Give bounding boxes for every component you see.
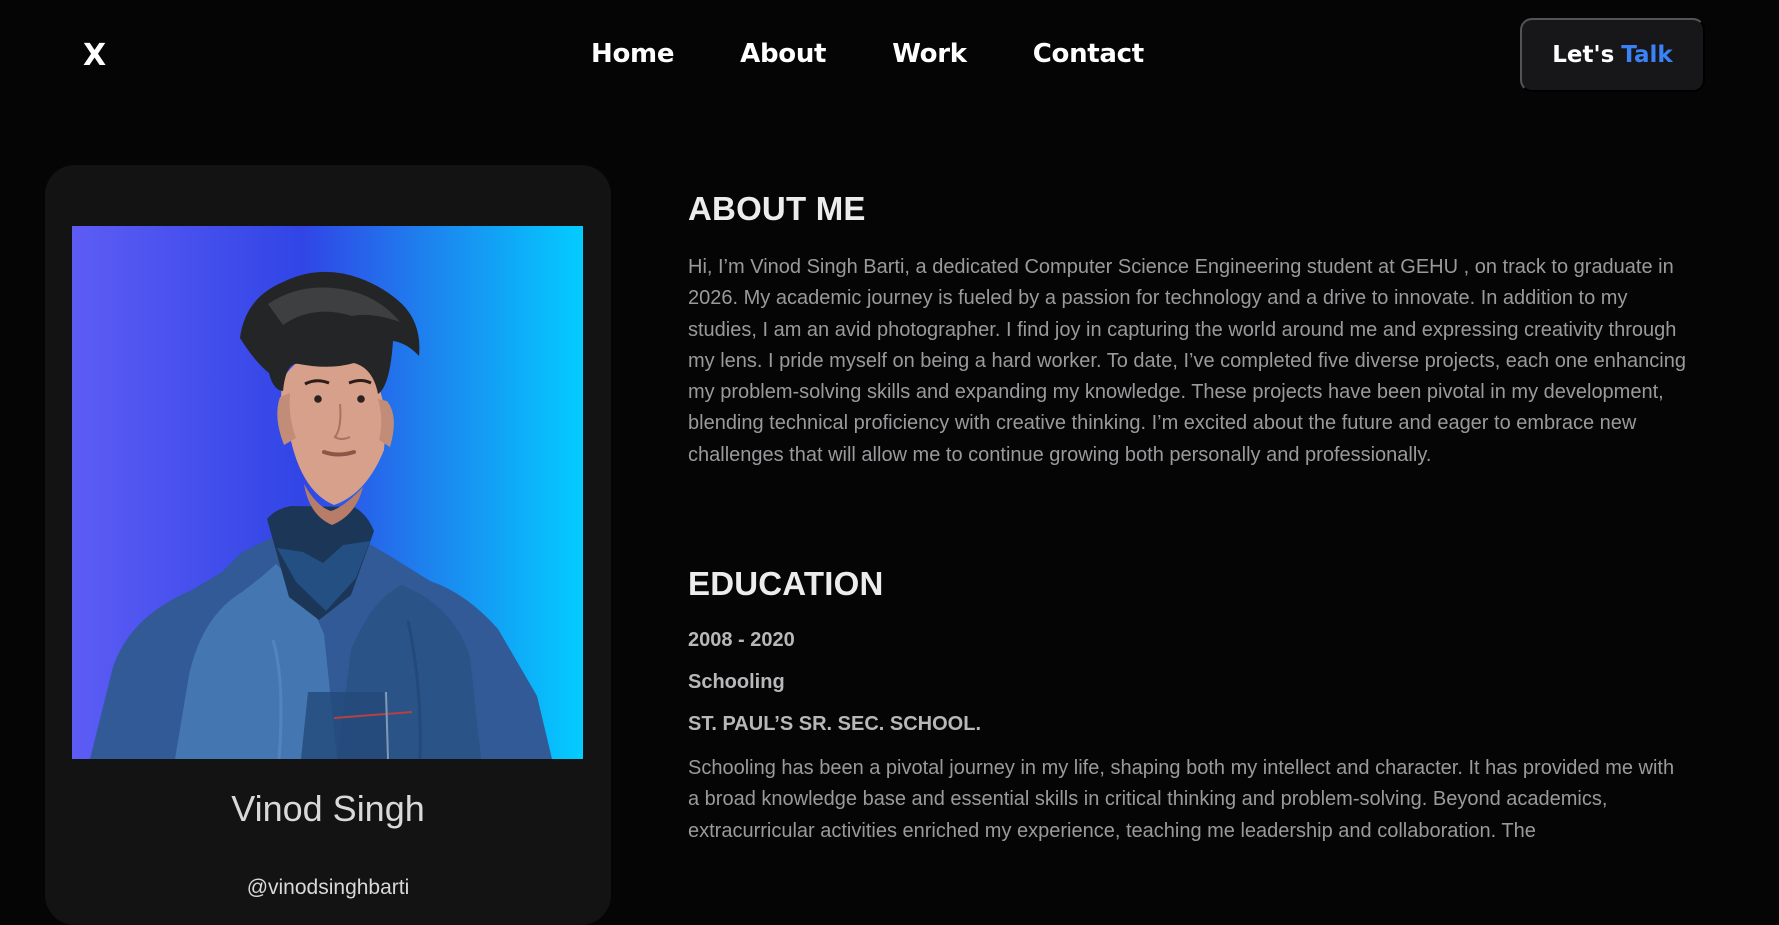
profile-card: Vinod Singh @vinodsinghbarti [45,165,611,925]
education-section: EDUCATION 2008 - 2020 Schooling ST. PAUL… [688,565,1688,847]
lets-talk-label: Let's [1552,42,1615,68]
education-school: ST. PAUL’S SR. SEC. SCHOOL. [688,713,982,736]
education-description: Schooling has been a pivotal journey in … [688,757,1675,842]
about-description: Hi, I’m Vinod Singh Barti, a dedicated C… [688,256,1686,466]
education-type: Schooling [688,671,785,694]
lets-talk-button[interactable]: Let's Talk [1520,18,1705,92]
logo-link[interactable]: X [83,38,106,73]
about-title: ABOUT ME [688,190,866,227]
nav-link-home[interactable]: Home [591,39,674,69]
person-portrait-icon [90,271,552,759]
profile-name: Vinod Singh [231,788,425,829]
about-section: ABOUT ME Hi, I’m Vinod Singh Barti, a de… [688,190,1688,471]
profile-handle: @vinodsinghbarti [246,876,410,899]
education-years: 2008 - 2020 [688,629,795,652]
top-navigation: X Home About Work Contact Let's Talk [0,0,1779,112]
nav-link-contact[interactable]: Contact [1033,39,1144,69]
nav-link-work[interactable]: Work [892,39,967,69]
main-content: ABOUT ME Hi, I’m Vinod Singh Barti, a de… [688,190,1688,847]
lets-talk-accent-label: Talk [1621,42,1673,68]
education-title: EDUCATION [688,565,884,603]
nav-link-about[interactable]: About [740,39,826,69]
primary-nav: Home About Work Contact [591,39,1210,69]
profile-photo [72,226,583,759]
